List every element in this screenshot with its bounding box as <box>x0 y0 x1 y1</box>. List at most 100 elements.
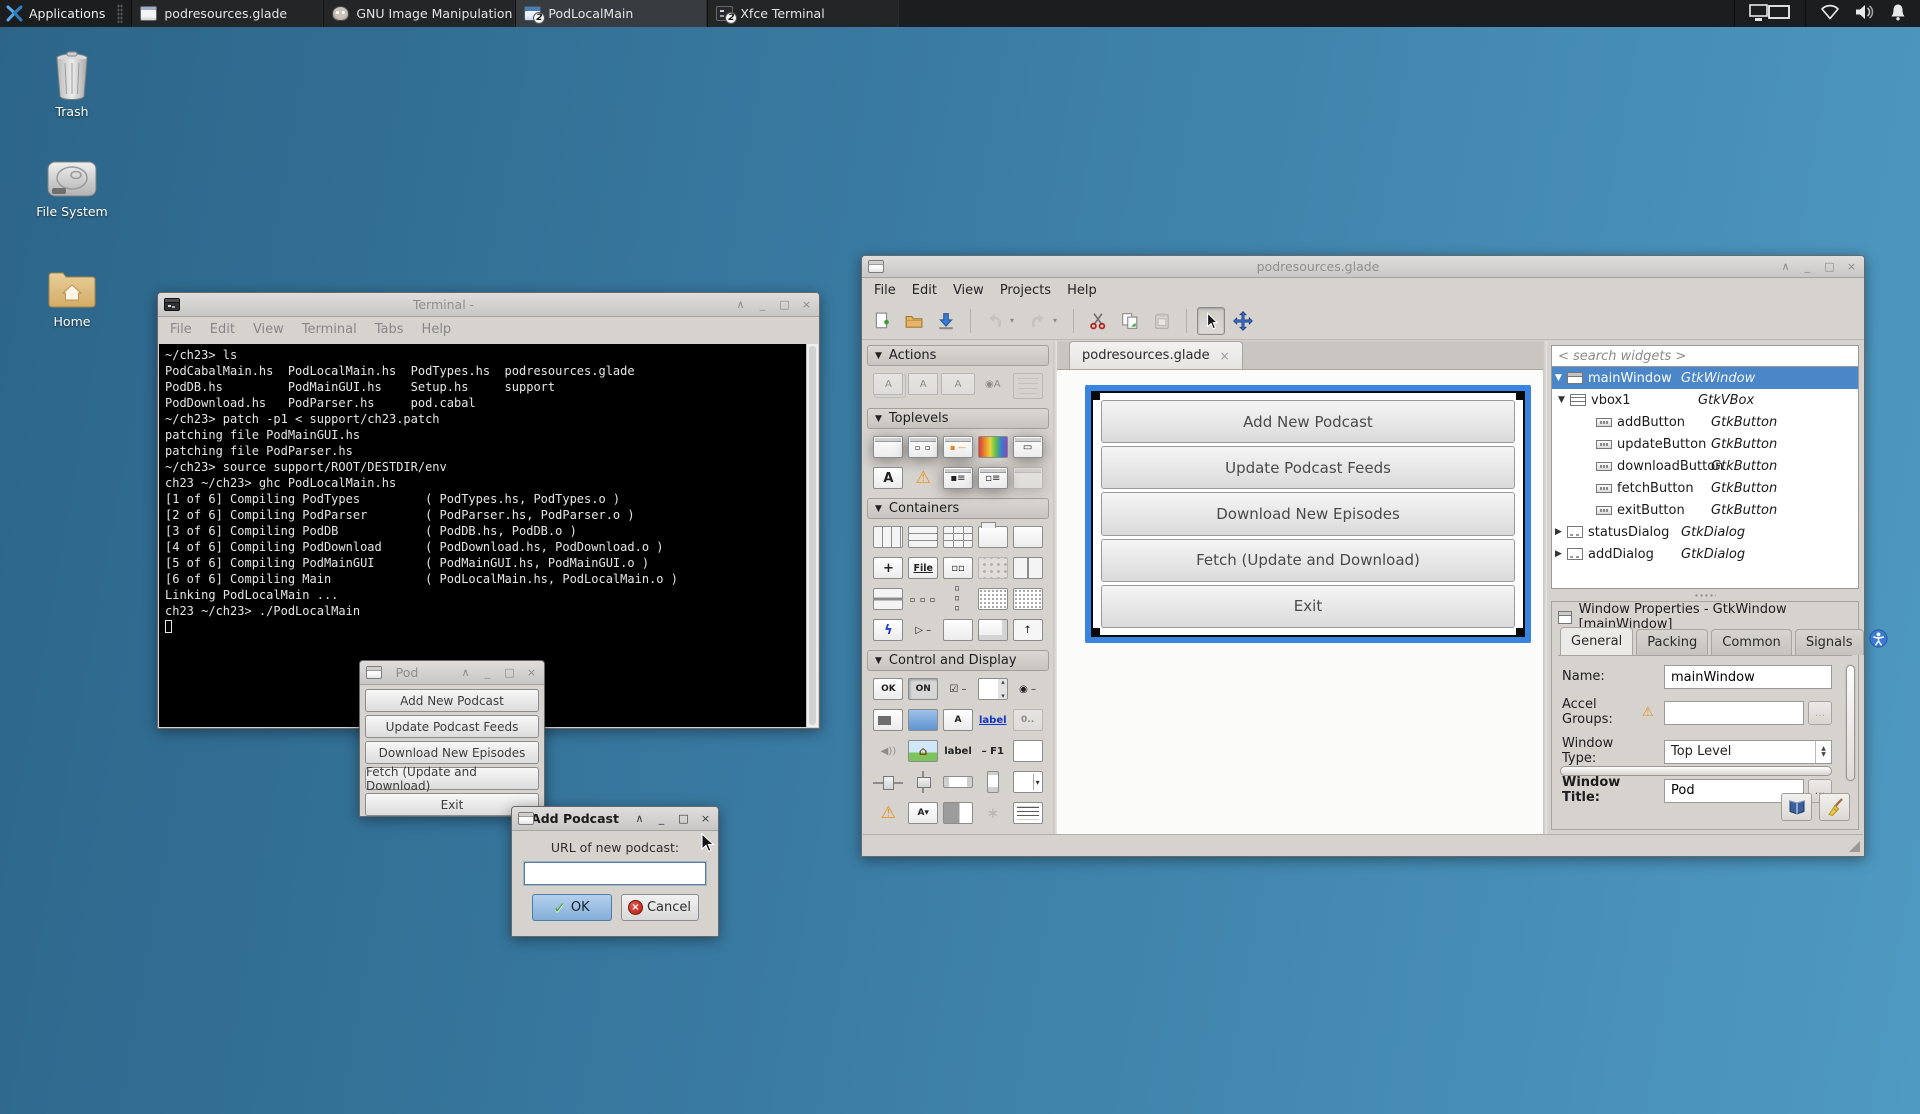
selected-mainwindow-frame[interactable]: Add New PodcastUpdate Podcast FeedsDownl… <box>1085 385 1531 643</box>
entry-icon[interactable] <box>908 709 938 731</box>
add-podcast-titlebar[interactable]: Add Podcast ∧ _ □ × <box>512 807 718 831</box>
action-group-icon[interactable]: A <box>873 373 903 395</box>
properties-tab[interactable]: General <box>1560 627 1633 655</box>
expander-icon[interactable]: ▷ – <box>908 619 938 641</box>
viewport-icon[interactable] <box>1013 588 1043 610</box>
accel-groups-input[interactable] <box>1664 701 1804 725</box>
color-selection-dialog-icon[interactable] <box>978 436 1008 458</box>
glade-titlebar[interactable]: podresources.glade ∧ _ □ × <box>862 256 1864 278</box>
menu-item[interactable]: View <box>945 280 992 301</box>
accessibility-tab-icon[interactable] <box>1869 629 1888 652</box>
minimize-button[interactable]: _ <box>756 294 769 316</box>
tree-expander-icon[interactable]: ▶ <box>1552 549 1565 559</box>
menu-item[interactable]: Tabs <box>367 319 412 340</box>
close-button[interactable]: × <box>1845 256 1858 278</box>
new-project-button[interactable] <box>868 307 896 335</box>
name-input[interactable] <box>1664 665 1832 689</box>
task-gimp[interactable]: GNU Image Manipulation ... <box>323 0 515 27</box>
notifications-bell-icon[interactable] <box>1890 3 1906 25</box>
documentation-button[interactable] <box>1781 793 1812 821</box>
tree-properties-splitter[interactable] <box>1551 589 1859 601</box>
tree-expander-icon[interactable]: ▶ <box>1552 527 1565 537</box>
recent-action-icon[interactable] <box>1013 373 1043 399</box>
resize-handle[interactable] <box>1516 391 1525 400</box>
palette-section-control-display[interactable]: ▼ Control and Display <box>867 650 1049 671</box>
maximize-button[interactable]: □ <box>778 294 791 316</box>
info-bar-icon[interactable]: ⚠ <box>873 802 903 824</box>
palette-section-actions[interactable]: ▼ Actions <box>867 345 1049 366</box>
window-type-combo[interactable]: Top Level ▲▼ <box>1664 740 1832 764</box>
pod-titlebar[interactable]: Pod ∧ _ □ × <box>360 661 544 685</box>
accel-groups-ellipsis-button[interactable]: ... <box>1808 701 1832 725</box>
design-add-new-podcast-button[interactable]: Add New Podcast <box>1101 400 1515 443</box>
tree-row-updatebutton[interactable]: updateButton GtkButton <box>1552 433 1858 455</box>
properties-vertical-scrollbar[interactable] <box>1845 664 1856 782</box>
menu-item[interactable]: View <box>245 319 292 340</box>
vbuttonbox-icon[interactable]: ▫ ▫ ▫ <box>947 584 969 614</box>
notebook-icon[interactable] <box>978 526 1008 548</box>
selector-tool-button[interactable] <box>1197 307 1225 335</box>
properties-tab[interactable]: Signals <box>1795 629 1864 655</box>
accel-label-icon[interactable]: – F1 <box>978 740 1008 762</box>
tree-expander-icon[interactable]: ▼ <box>1552 373 1565 383</box>
maximize-button[interactable]: □ <box>677 808 690 830</box>
tree-row-addbutton[interactable]: addButton GtkButton <box>1552 411 1858 433</box>
text-entry-icon[interactable] <box>1013 740 1043 762</box>
widget-search-input[interactable] <box>1551 345 1859 367</box>
minimize-button[interactable]: _ <box>1801 256 1814 278</box>
aspect-frame-icon[interactable] <box>943 619 973 641</box>
combo-entry-icon[interactable]: ▾ <box>1013 771 1043 793</box>
menu-item[interactable]: Edit <box>202 319 243 340</box>
update-podcast-feeds-button[interactable]: Update Podcast Feeds <box>365 715 539 738</box>
shade-button[interactable]: ∧ <box>734 294 747 316</box>
minimize-button[interactable]: _ <box>655 808 668 830</box>
url-input[interactable] <box>524 862 706 885</box>
font-button-icon[interactable]: A <box>943 709 973 731</box>
message-dialog-icon[interactable]: ⚠ <box>908 467 938 489</box>
scrolled-window-icon[interactable] <box>978 588 1008 610</box>
hscrollbar-icon[interactable] <box>943 776 973 788</box>
action-icon[interactable]: A <box>908 373 938 395</box>
input-dialog-icon[interactable]: ▪≡ <box>943 467 973 489</box>
tab-close-icon[interactable]: × <box>1220 349 1230 363</box>
tree-row-vbox1[interactable]: ▼ vbox1 GtkVBox <box>1552 389 1858 411</box>
tree-row-fetchbutton[interactable]: fetchButton GtkButton <box>1552 477 1858 499</box>
hscale-icon[interactable] <box>873 771 903 793</box>
check-button-icon[interactable]: ☑ – <box>943 678 973 700</box>
save-button[interactable] <box>932 307 960 335</box>
volume-icon[interactable] <box>1854 3 1876 25</box>
desktop-icon-home[interactable]: Home <box>24 268 120 329</box>
clear-properties-button[interactable] <box>1819 793 1850 821</box>
properties-tab[interactable]: Packing <box>1636 629 1708 655</box>
shade-button[interactable]: ∧ <box>459 662 472 684</box>
file-chooser-dialog-icon[interactable]: ▭ <box>1013 436 1043 458</box>
toolbar-icon[interactable] <box>978 557 1008 579</box>
about-dialog-icon[interactable]: ▪ — <box>943 436 973 458</box>
font-selection-dialog-icon[interactable]: A <box>873 467 903 489</box>
menu-item[interactable]: Edit <box>904 280 945 301</box>
stepper-icon[interactable]: ▲▼ <box>1815 741 1831 763</box>
close-button[interactable]: × <box>800 294 813 316</box>
volume-button-icon[interactable]: ◀)) <box>873 740 903 762</box>
applications-menu[interactable]: Applications <box>0 0 115 27</box>
frame-icon[interactable] <box>1013 526 1043 548</box>
link-button-icon[interactable]: label <box>978 709 1008 731</box>
redo-button[interactable] <box>1024 307 1052 335</box>
properties-horizontal-scrollbar[interactable] <box>1560 766 1832 776</box>
drag-resize-tool-button[interactable] <box>1229 307 1257 335</box>
display-settings-icon[interactable] <box>1749 1 1791 27</box>
network-wifi-icon[interactable] <box>1820 3 1840 25</box>
combo-box-icon[interactable] <box>873 709 903 731</box>
dialog-icon[interactable]: ▫ ▫ <box>908 436 938 458</box>
spinner-icon[interactable]: ∗ <box>978 802 1008 824</box>
number-entry-icon[interactable]: 0.. <box>1013 709 1043 731</box>
add-new-podcast-button[interactable]: Add New Podcast <box>365 689 539 712</box>
copy-button[interactable] <box>1116 307 1144 335</box>
tree-row-mainwindow[interactable]: ▼ mainWindow GtkWindow <box>1552 367 1858 389</box>
menu-item[interactable]: Help <box>1059 280 1105 301</box>
button-icon[interactable]: OK <box>873 678 903 700</box>
design-update-podcast-feeds-button[interactable]: Update Podcast Feeds <box>1101 446 1515 489</box>
table-icon[interactable] <box>943 526 973 548</box>
text-view-icon[interactable] <box>1013 802 1043 824</box>
shade-button[interactable]: ∧ <box>1779 256 1792 278</box>
